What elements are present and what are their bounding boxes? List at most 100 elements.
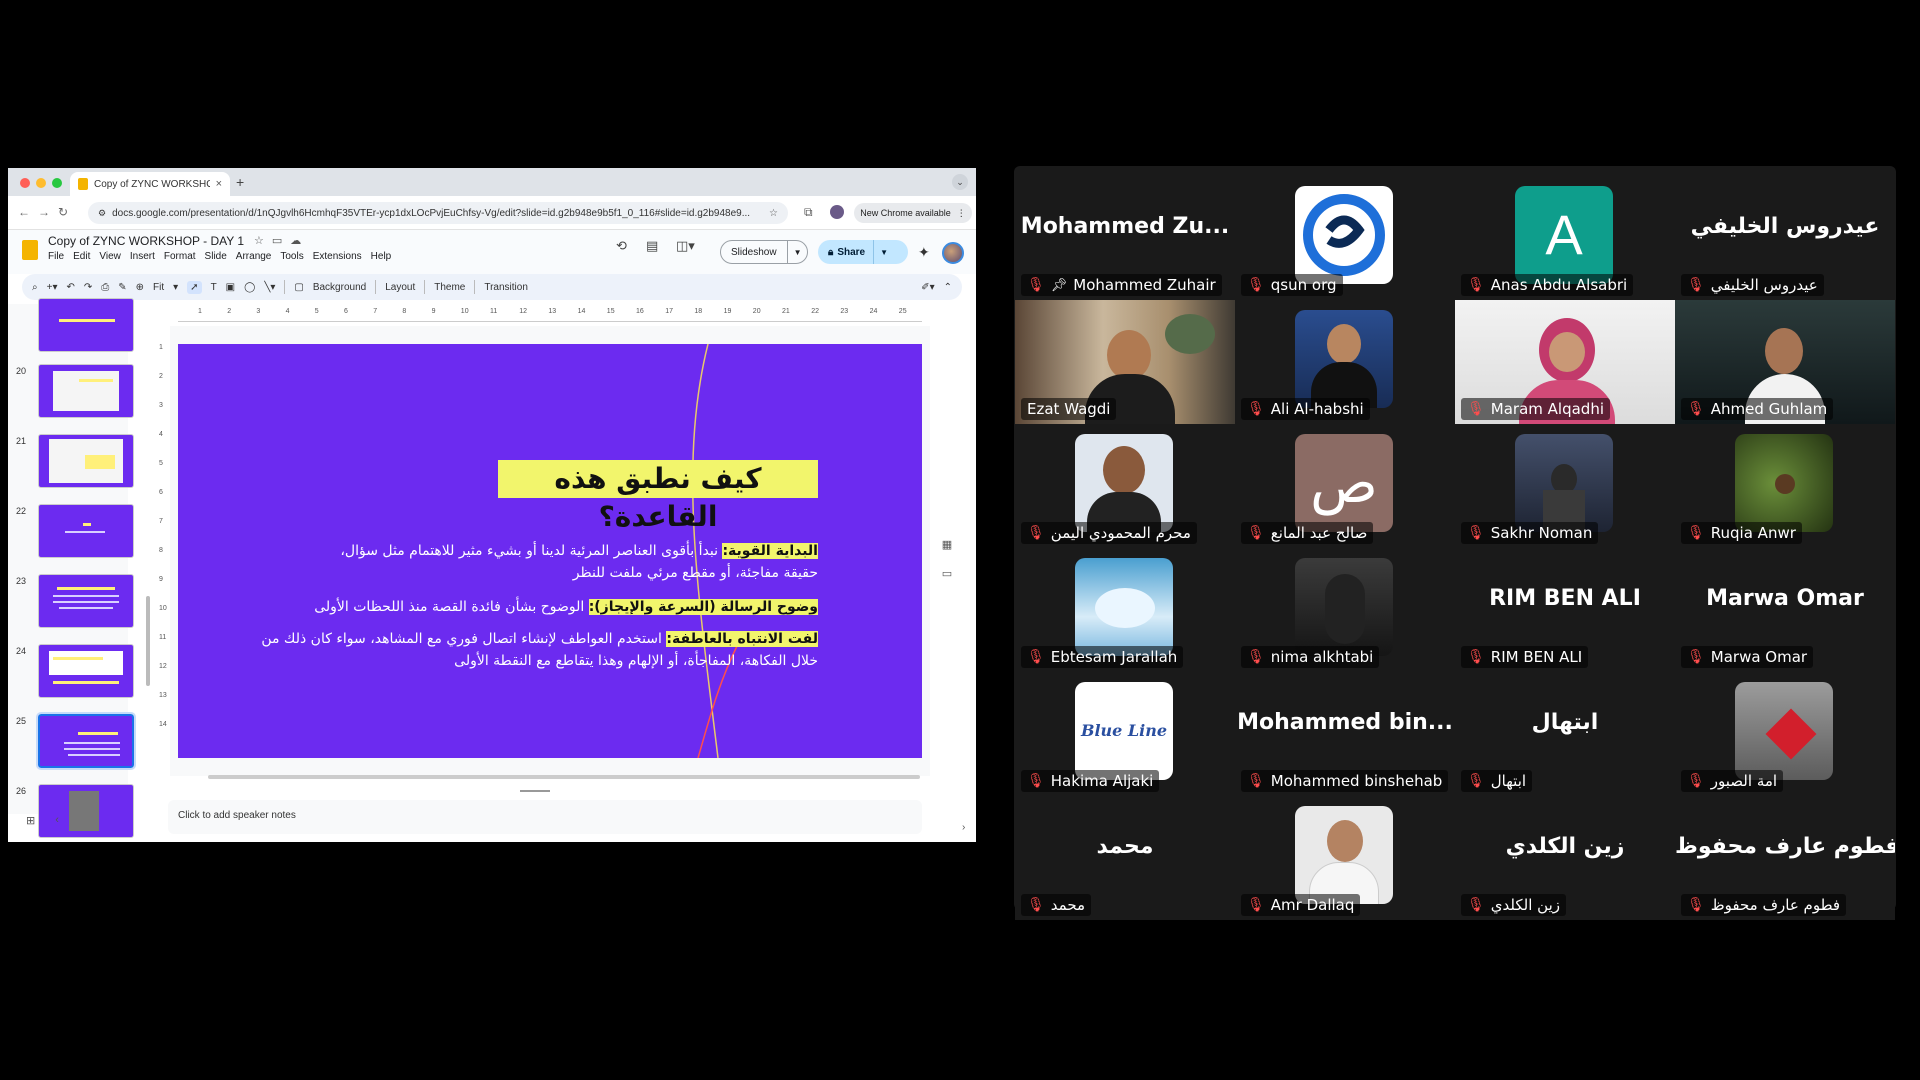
close-tab-icon[interactable]: × [216, 178, 222, 190]
grid-view-icon[interactable]: ⊞ [26, 814, 35, 827]
participant-tile[interactable]: 🎙︎ Ahmed Guhlam [1675, 300, 1895, 424]
menu-file[interactable]: File [48, 251, 64, 262]
participant-tile[interactable]: 🎙︎ امة الصبور [1675, 672, 1895, 796]
filmstrip-scrollbar[interactable] [146, 596, 150, 686]
gemini-sparkle-icon[interactable]: ✦ [918, 244, 930, 261]
slide-thumbnail[interactable] [38, 784, 134, 838]
document-title[interactable]: Copy of ZYNC WORKSHOP - DAY 1 [48, 234, 244, 248]
collapse-side-panel-icon[interactable]: › [962, 822, 965, 833]
back-button[interactable]: ← [18, 205, 30, 219]
participant-tile[interactable]: 🎙︎ Maram Alqadhi [1455, 300, 1675, 424]
participant-tile[interactable]: Blue Line 🎙︎ Hakima Aljaki [1015, 672, 1235, 796]
participant-tile[interactable]: 🎙︎ Ebtesam Jarallah [1015, 548, 1235, 672]
tab-search-button[interactable]: ⌄ [952, 174, 968, 190]
participant-tile[interactable]: Marwa Omar 🎙︎ Marwa Omar [1675, 548, 1895, 672]
menu-edit[interactable]: Edit [73, 251, 90, 262]
slide-thumbnail[interactable] [38, 644, 134, 698]
keep-notes-icon[interactable]: ▦ [942, 538, 952, 551]
slide-thumbnail[interactable] [38, 434, 134, 488]
site-info-icon[interactable]: ⚙ [98, 208, 106, 219]
speaker-notes[interactable]: Click to add speaker notes [168, 800, 922, 834]
more-icon[interactable]: ⋮ [957, 208, 966, 219]
paint-format-icon[interactable]: ✎ [118, 282, 126, 293]
menu-slide[interactable]: Slide [205, 251, 227, 262]
menu-help[interactable]: Help [371, 251, 392, 262]
participant-tile[interactable]: 🎙︎ nima alkhtabi [1235, 548, 1455, 672]
star-icon[interactable]: ☆ [254, 234, 264, 247]
text-box-icon[interactable]: T [211, 282, 217, 293]
print-icon[interactable]: ⎙ [101, 282, 109, 293]
browser-tab[interactable]: Copy of ZYNC WORKSHOP × [70, 172, 230, 196]
move-folder-icon[interactable]: ▭ [272, 234, 282, 247]
participant-tile[interactable]: ابتهال 🎙︎ ابتهال [1455, 672, 1675, 796]
participant-tile[interactable]: 🎙︎ Ali Al-habshi [1235, 300, 1455, 424]
maximize-window-button[interactable] [52, 178, 62, 188]
cloud-saved-icon[interactable]: ☁ [290, 234, 301, 247]
participant-tile[interactable]: زين الكلدي 🎙︎ زين الكلدي [1455, 796, 1675, 920]
line-icon[interactable]: ╲▾ [264, 282, 275, 293]
slide-thumbnail[interactable] [38, 574, 134, 628]
participant-tile[interactable]: A 🎙︎ Anas Abdu Alsabri [1455, 176, 1675, 300]
slideshow-dropdown-icon[interactable]: ▼ [788, 248, 808, 257]
participant-tile[interactable]: فطوم عارف محفوظ 🎙︎ فطوم عارف محفوظ [1675, 796, 1895, 920]
zoom-select[interactable]: Fit [153, 282, 164, 293]
zoom-icon[interactable]: ⊕ [136, 282, 144, 293]
select-tool-icon[interactable]: ➚ [187, 280, 202, 294]
reload-button[interactable]: ↻ [58, 205, 68, 219]
shape-icon[interactable]: ◯ [244, 282, 255, 293]
pen-tool-icon[interactable]: ✐▾ [921, 282, 934, 293]
chrome-update-button[interactable]: New Chrome available ⋮ [854, 203, 972, 223]
layout-button[interactable]: Layout [385, 282, 415, 293]
folder-icon[interactable]: ▭ [942, 567, 952, 580]
share-dropdown-icon[interactable]: ▼ [874, 248, 894, 257]
new-slide-icon[interactable]: +▾ [47, 282, 58, 293]
participant-tile[interactable]: 🎙︎ qsun org [1235, 176, 1455, 300]
redo-icon[interactable]: ↷ [84, 282, 92, 293]
background-button[interactable]: Background [313, 282, 366, 293]
slides-logo-icon[interactable] [22, 240, 38, 260]
bookmark-star-icon[interactable]: ☆ [769, 208, 778, 219]
new-tab-button[interactable]: + [236, 174, 244, 190]
slide-thumbnail[interactable] [38, 364, 134, 418]
participant-tile[interactable]: 🎙︎ Amr Dallaq [1235, 796, 1455, 920]
menu-view[interactable]: View [99, 251, 121, 262]
notes-resize-handle[interactable] [520, 790, 550, 792]
forward-button[interactable]: → [38, 205, 50, 219]
menu-format[interactable]: Format [164, 251, 196, 262]
undo-icon[interactable]: ↶ [66, 282, 74, 293]
participant-tile[interactable]: Mohammed bin... 🎙︎ Mohammed binshehab [1235, 672, 1455, 796]
participant-tile[interactable]: 🎙︎ محرم المحمودي اليمن [1015, 424, 1235, 548]
url-bar[interactable]: ⚙ docs.google.com/presentation/d/1nQJgvl… [88, 202, 788, 224]
slide-thumbnail[interactable] [38, 298, 134, 352]
account-avatar[interactable] [942, 242, 964, 264]
participant-tile[interactable]: 🎙︎ Sakhr Noman [1455, 424, 1675, 548]
menu-arrange[interactable]: Arrange [236, 251, 272, 262]
slide-thumbnail[interactable] [36, 712, 136, 770]
zoom-dropdown-icon[interactable]: ▾ [173, 282, 178, 293]
participant-tile[interactable]: ص 🎙︎ صالح عبد المانع [1235, 424, 1455, 548]
profile-icon[interactable] [830, 205, 844, 219]
participant-tile[interactable]: RIM BEN ALI 🎙︎ RIM BEN ALI [1455, 548, 1675, 672]
image-icon[interactable]: ▣ [226, 282, 235, 293]
slide-thumbnail[interactable] [38, 504, 134, 558]
collapse-filmstrip-icon[interactable]: ‹ [55, 814, 59, 827]
participant-tile[interactable]: محمد 🎙︎ محمد [1015, 796, 1235, 920]
participant-tile[interactable]: عيدروس الخليفي 🎙︎ عيدروس الخليفي [1675, 176, 1895, 300]
close-window-button[interactable] [20, 178, 30, 188]
current-slide[interactable]: كيف نطبق هذه القاعدة؟ البداية القوية: نب… [178, 344, 922, 758]
share-button[interactable]: 🔒︎ Share ▼ [818, 240, 908, 264]
search-menus-icon[interactable]: ⌕ [32, 282, 38, 293]
menu-extensions[interactable]: Extensions [313, 251, 362, 262]
theme-button[interactable]: Theme [434, 282, 465, 293]
extensions-icon[interactable]: ⧉ [804, 205, 813, 220]
horizontal-scrollbar[interactable] [208, 775, 920, 779]
comment-icon[interactable]: ▢ [294, 282, 303, 293]
participant-tile[interactable]: Mohammed Zu... 🎙︎ 📌︎ Mohammed Zuhair [1015, 176, 1235, 300]
version-history-icon[interactable]: ⟲ [616, 238, 627, 254]
minimize-window-button[interactable] [36, 178, 46, 188]
meet-camera-icon[interactable]: ◫▾ [676, 238, 695, 254]
collapse-toolbar-icon[interactable]: ⌃ [944, 282, 952, 293]
comments-icon[interactable]: ▤ [646, 238, 658, 254]
menu-insert[interactable]: Insert [130, 251, 155, 262]
slideshow-button[interactable]: Slideshow ▼ [720, 240, 808, 264]
